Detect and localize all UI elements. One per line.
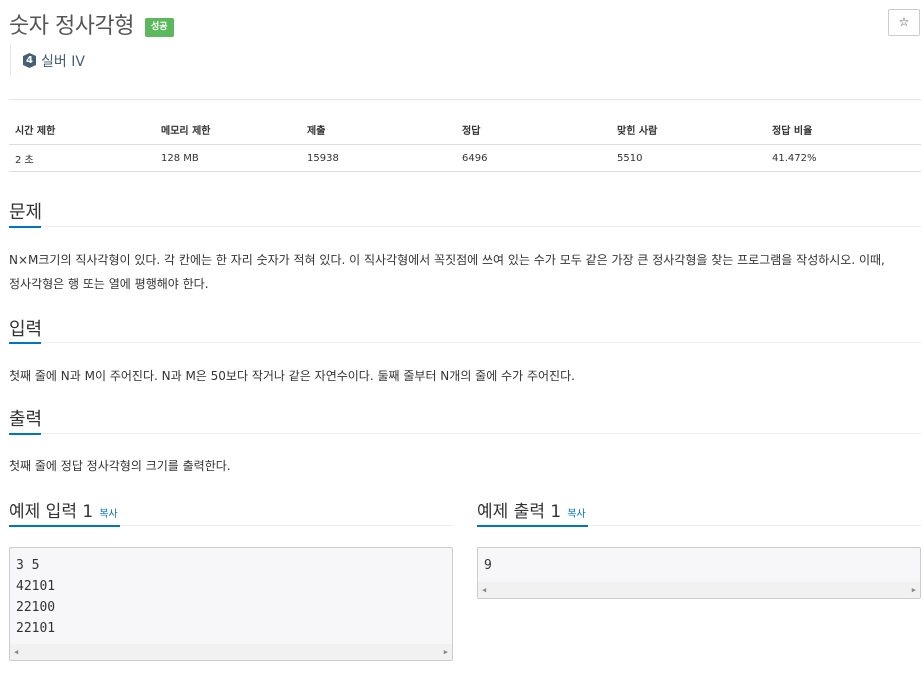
header-submissions: 제출 (301, 114, 456, 145)
sample-output-box[interactable]: 9 ◀ ▶ (477, 547, 921, 599)
header-time-limit: 시간 제한 (9, 114, 155, 145)
section-underline (9, 433, 41, 435)
value-memory-limit: 128 MB (155, 144, 301, 172)
tier-info: 4 실버 IV (10, 44, 85, 76)
sample-output-title: 예제 출력 1 (477, 502, 562, 522)
section-divider (9, 433, 921, 434)
sample-input-line: 22101 (16, 621, 56, 636)
header-accepted: 정답 (456, 114, 611, 145)
header-memory-limit: 메모리 제한 (155, 114, 301, 145)
scroll-right-icon[interactable]: ▶ (444, 644, 448, 660)
horizontal-scrollbar[interactable]: ◀ ▶ (10, 644, 452, 660)
description-text: N×M크기의 직사각형이 있다. 각 칸에는 한 자리 숫자가 적혀 있다. 이… (9, 248, 921, 296)
problem-info-table: 시간 제한 메모리 제한 제출 정답 맞힌 사람 정답 비율 2 초 128 M… (9, 114, 921, 172)
scroll-left-icon[interactable]: ◀ (482, 582, 486, 598)
description-line-1: N×M크기의 직사각형이 있다. 각 칸에는 한 자리 숫자가 적혀 있다. 이… (9, 253, 885, 267)
scroll-left-icon[interactable]: ◀ (14, 644, 18, 660)
copy-output-button[interactable]: 복사 (567, 509, 585, 520)
section-divider (9, 342, 921, 343)
table-row: 2 초 128 MB 15938 6496 5510 41.472% (9, 144, 921, 172)
value-time-limit: 2 초 (9, 144, 155, 172)
table-header-row: 시간 제한 메모리 제한 제출 정답 맞힌 사람 정답 비율 (9, 114, 921, 145)
status-badge: 성공 (145, 18, 174, 37)
sample-input-line: 42101 (16, 579, 56, 594)
value-accepted: 6496 (456, 144, 611, 172)
section-underline (9, 342, 41, 344)
favorite-star-button[interactable]: ☆ (888, 9, 920, 36)
sample-input-line: 22100 (16, 600, 56, 615)
section-underline (477, 525, 588, 527)
star-icon: ☆ (898, 15, 910, 29)
header-ratio: 정답 비율 (766, 114, 921, 145)
output-heading: 출력 (9, 409, 43, 430)
description-line-2: 정사각형은 행 또는 열에 평행해야 한다. (9, 277, 209, 291)
sample-input-line: 3 5 (16, 558, 40, 573)
sample-input-title: 예제 입력 1 (9, 502, 94, 522)
sample-output-line: 9 (484, 558, 492, 573)
header-divider (9, 99, 921, 100)
scroll-right-icon[interactable]: ▶ (912, 582, 916, 598)
header-solvers: 맞힌 사람 (611, 114, 766, 145)
section-divider (9, 226, 921, 227)
tier-badge-icon: 4 (23, 53, 36, 68)
copy-input-button[interactable]: 복사 (99, 509, 117, 520)
input-heading: 입력 (9, 319, 43, 340)
sample-input-heading: 예제 입력 1 복사 (9, 497, 118, 522)
value-solvers: 5510 (611, 144, 766, 172)
output-text: 첫째 줄에 정답 정사각형의 크기를 출력한다. (9, 459, 231, 473)
section-underline (9, 226, 41, 228)
sample-input-box[interactable]: 3 5 42101 22100 22101 ◀ ▶ (9, 547, 453, 661)
value-submissions: 15938 (301, 144, 456, 172)
input-text: 첫째 줄에 N과 M이 주어진다. N과 M은 50보다 작거나 같은 자연수이… (9, 369, 575, 383)
description-heading: 문제 (9, 202, 43, 223)
sample-output-heading: 예제 출력 1 복사 (477, 497, 586, 522)
problem-title: 숫자 정사각형 (9, 14, 134, 39)
horizontal-scrollbar[interactable]: ◀ ▶ (478, 582, 920, 598)
value-ratio: 41.472% (766, 144, 921, 172)
section-underline (9, 525, 120, 527)
tier-label[interactable]: 실버 IV (41, 51, 85, 71)
